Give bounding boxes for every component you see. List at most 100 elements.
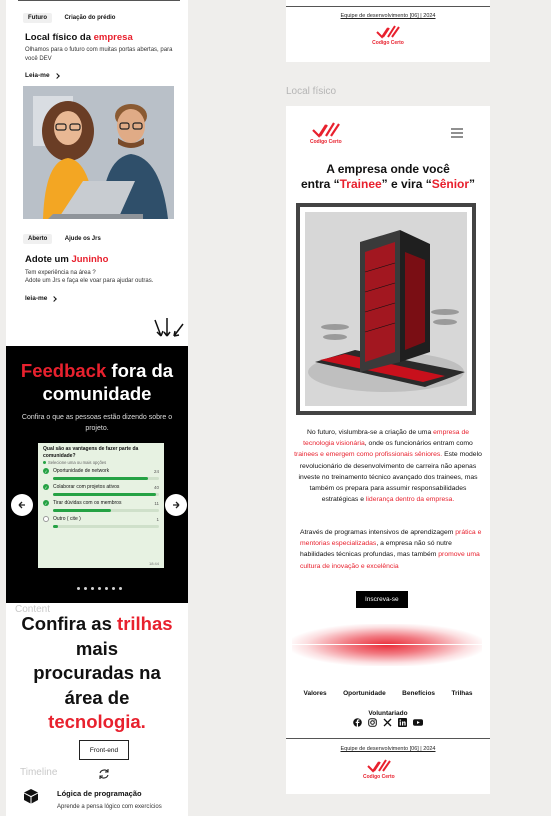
poll-option-row: ✓ Tirar dúvidas com os membros 11 xyxy=(43,500,159,506)
tag-aberto[interactable]: Aberto xyxy=(23,234,53,244)
poll-option-row: Outro ( cite ) 1 xyxy=(43,516,159,522)
footer-nav: Valores Oportunidade Benefícios Trilhas xyxy=(286,682,490,700)
poll-option-count: 24 xyxy=(153,468,159,474)
left-panel: Futuro Criação do prédio Local físico da… xyxy=(6,0,188,816)
poll-option-row: ✓ Colaborar com projetos ativos 40 xyxy=(43,484,159,490)
card-title: Adote um Juninho xyxy=(25,254,109,265)
people-illustration xyxy=(23,86,174,219)
poll-option-label: Colaborar com projetos ativos xyxy=(53,484,120,490)
footer-logo[interactable]: Codigo Certo xyxy=(286,25,490,46)
building-illustration xyxy=(305,212,467,406)
instagram-icon[interactable] xyxy=(368,718,377,727)
card-adote-juninho: Aberto Ajude os Jrs Adote um Juninho Tem… xyxy=(18,222,180,312)
menu-icon[interactable] xyxy=(450,128,464,138)
tag-criacao[interactable]: Criação do prédio xyxy=(59,13,120,23)
poll-option-label: Oportunidade de network xyxy=(53,468,110,474)
card-local-fisico: Futuro Criação do prédio Local físico da… xyxy=(18,0,180,86)
sync-icon[interactable] xyxy=(97,767,111,781)
poll-question: Qual são as vantagens de fazer parte da … xyxy=(43,446,139,459)
arrow-left-icon xyxy=(18,501,25,509)
programs-paragraph: Através de programas intensivos de apren… xyxy=(300,529,482,570)
poll-option-bar xyxy=(53,509,112,512)
poll-option-bar xyxy=(53,525,59,528)
poll-option[interactable]: ✓ Oportunidade de network 24 xyxy=(38,468,164,480)
poll-option-label: Tirar dúvidas com os membros xyxy=(53,500,122,506)
youtube-icon[interactable] xyxy=(413,718,423,727)
logo-icon xyxy=(367,759,391,773)
check-icon[interactable]: ✓ xyxy=(43,484,49,490)
poll-option-track xyxy=(53,493,159,496)
card-desc-2: Adote um Jrs e faça ele voar para ajudar… xyxy=(25,278,154,284)
linkedin-icon[interactable] xyxy=(398,718,407,727)
cube-icon xyxy=(24,789,38,804)
section-label: Local físico xyxy=(286,86,337,97)
logo-icon xyxy=(376,25,400,39)
nav-oportunidade[interactable]: Oportunidade xyxy=(343,690,386,697)
red-glow-divider xyxy=(292,624,482,666)
poll-time: 18:44 xyxy=(148,561,159,566)
carousel-dots[interactable] xyxy=(75,577,135,595)
feedback-section: Feedback fora da comunidade Confira o qu… xyxy=(6,346,188,603)
poll-hint: Selecione uma ou mais opções xyxy=(43,460,159,465)
poll-option-bar xyxy=(53,477,149,480)
poll-options: ✓ Oportunidade de network 24 ✓ Colaborar com… xyxy=(38,468,164,528)
arrow-right-icon xyxy=(173,501,180,509)
carousel-next-button[interactable] xyxy=(165,494,187,516)
poll-option[interactable]: ✓ Tirar dúvidas com os membros 11 xyxy=(38,500,164,512)
poll-option-bar xyxy=(53,493,156,496)
check-icon[interactable]: ✓ xyxy=(43,468,49,474)
poll-option-track xyxy=(53,525,159,528)
nav-valores[interactable]: Valores xyxy=(304,690,327,697)
front-end-button[interactable]: Front-end xyxy=(79,740,129,760)
glow-line xyxy=(292,644,482,645)
intro-paragraph: No futuro, vislumbra-se a criação de uma… xyxy=(294,429,482,504)
arrows-down-icon xyxy=(154,318,184,337)
logo-icon xyxy=(312,122,340,138)
feedback-title: Feedback fora da comunidade xyxy=(20,360,174,404)
card-desc-1: Tem experiência na área ? xyxy=(25,270,96,276)
poll-option-count: 40 xyxy=(153,484,159,490)
social-links xyxy=(286,718,490,727)
top-footer-panel: Equipe de desenvolvimento [06] | 2024 Co… xyxy=(286,0,490,62)
poll-option-track xyxy=(53,509,159,512)
facebook-icon[interactable] xyxy=(353,718,362,727)
timeline-label: Timeline xyxy=(20,767,58,778)
footer-divider xyxy=(286,738,490,739)
read-more-link[interactable]: leia-me xyxy=(25,295,180,302)
check-icon[interactable] xyxy=(43,516,49,522)
poll-option-count: 1 xyxy=(156,516,159,522)
copyright-text[interactable]: Equipe de desenvolvimento [06] | 2024 xyxy=(286,746,490,752)
chevron-right-icon xyxy=(53,72,60,79)
nav-voluntariado[interactable]: Voluntariado xyxy=(368,710,407,717)
nav-trilhas[interactable]: Trilhas xyxy=(452,690,473,697)
card-title: Local físico da empresa xyxy=(25,32,133,43)
poll-option[interactable]: Outro ( cite ) 1 xyxy=(38,516,164,528)
nav-beneficios[interactable]: Benefícios xyxy=(402,690,435,697)
subscribe-button[interactable]: Inscreva-se xyxy=(356,591,408,608)
right-panel: Codigo Certo A empresa onde você entra “… xyxy=(286,106,490,794)
card-desc: Olhamos para o futuro com muitas portas … xyxy=(25,47,173,62)
carousel-prev-button[interactable] xyxy=(11,494,33,516)
feedback-subtitle: Confira o que as pessoas estão dizendo s… xyxy=(21,414,173,432)
trilhas-heading: Confira as trilhas mais procuradas na ár… xyxy=(21,613,173,732)
tag-ajude[interactable]: Ajude os Jrs xyxy=(60,234,106,244)
tag-futuro[interactable]: Futuro xyxy=(23,13,52,23)
timeline-item-title: Lógica de programação xyxy=(57,789,142,798)
poll-option-row: ✓ Oportunidade de network 24 xyxy=(43,468,159,474)
poll-card[interactable]: Qual são as vantagens de fazer parte da … xyxy=(38,443,164,568)
people-illustration-image xyxy=(23,86,174,219)
footer-logo[interactable]: Codigo Certo xyxy=(363,759,395,780)
poll-option[interactable]: ✓ Colaborar com projetos ativos 40 xyxy=(38,484,164,496)
x-icon[interactable] xyxy=(383,718,392,727)
poll-option-label: Outro ( cite ) xyxy=(53,516,81,522)
copyright-text[interactable]: Equipe de desenvolvimento [06] | 2024 xyxy=(286,13,490,19)
poll-option-track xyxy=(53,477,159,480)
poll-option-count: 11 xyxy=(154,500,159,506)
chevron-right-icon xyxy=(51,295,58,302)
header-logo[interactable]: Codigo Certo xyxy=(310,122,342,145)
check-icon[interactable]: ✓ xyxy=(43,500,49,506)
hero-title: A empresa onde você entra “Trainee” e vi… xyxy=(300,162,476,191)
read-more-link[interactable]: Leia-me xyxy=(25,72,180,79)
timeline-item-desc: Aprende a pensa lógico com exercícios xyxy=(57,804,162,810)
building-image xyxy=(296,203,476,415)
